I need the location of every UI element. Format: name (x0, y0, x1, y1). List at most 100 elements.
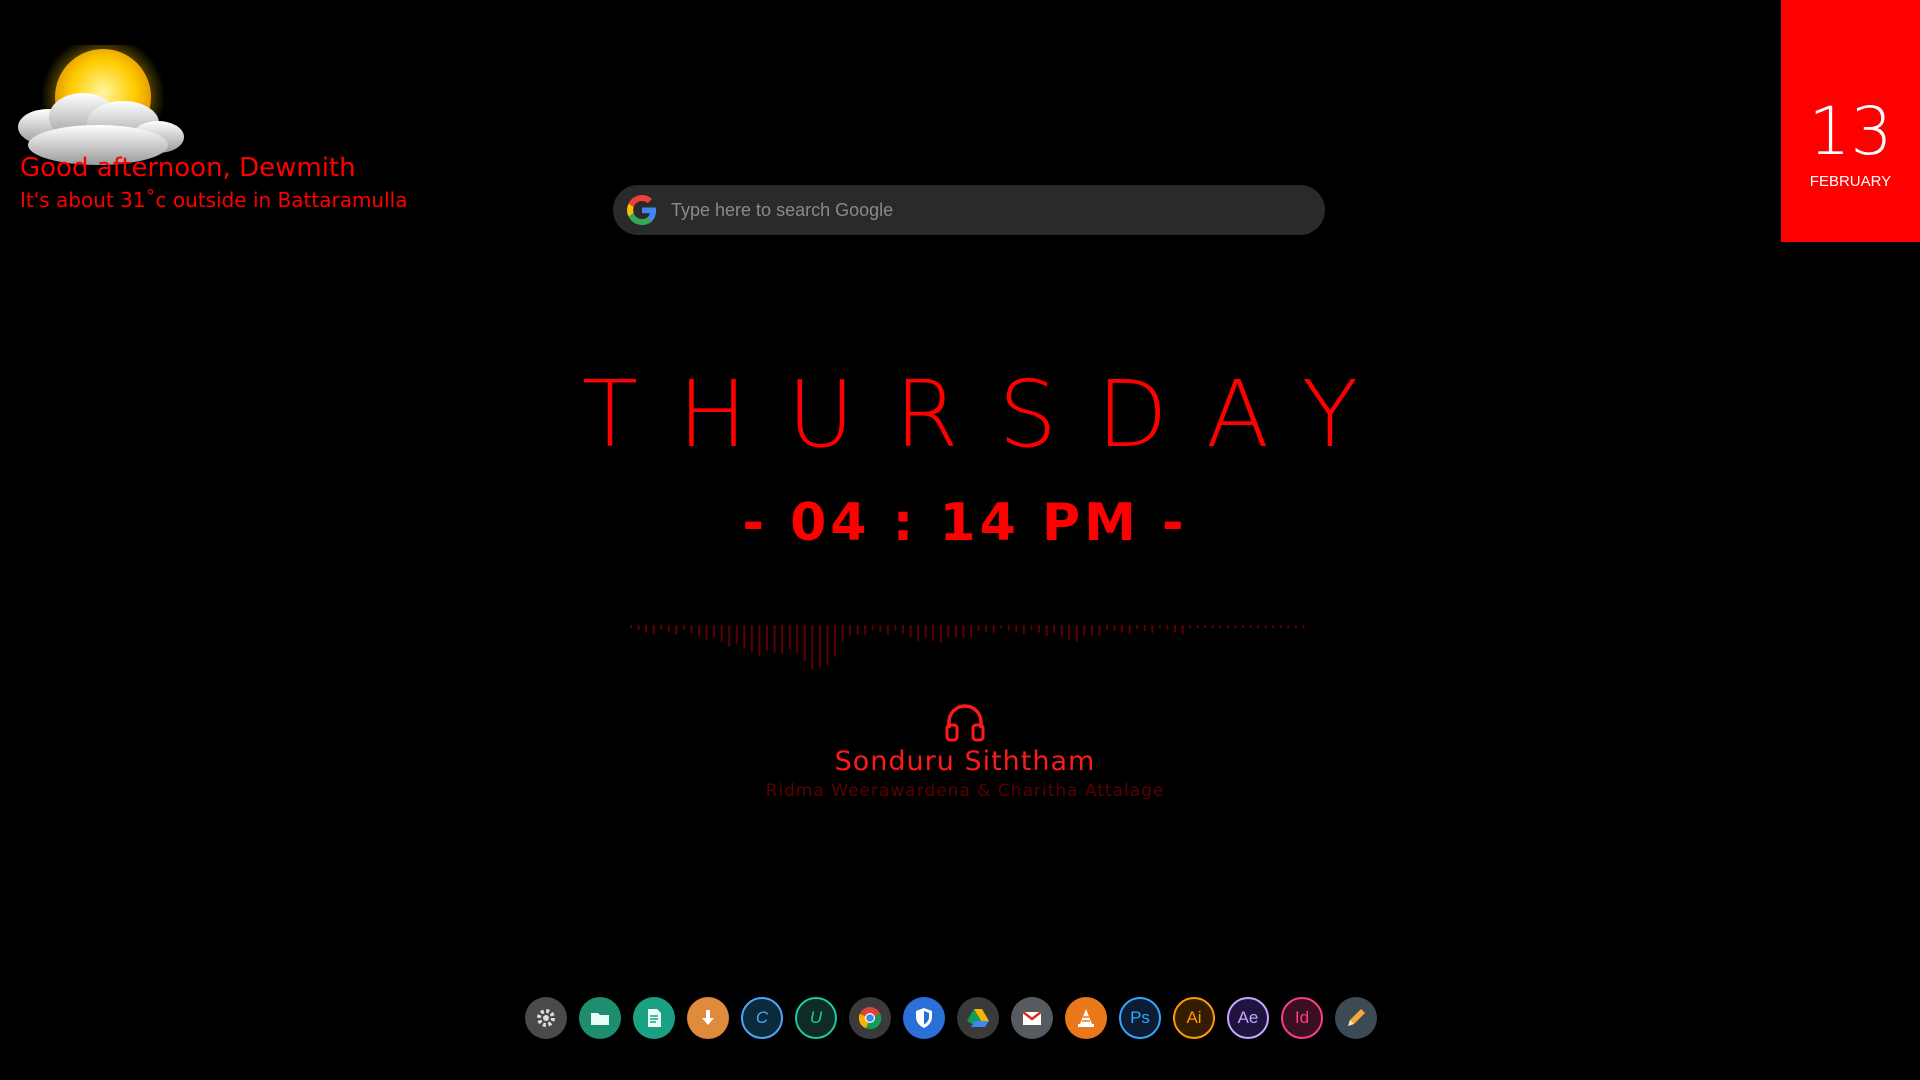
dock-item-after-effects[interactable]: Ae (1227, 997, 1269, 1039)
pencil-icon (1344, 1006, 1368, 1030)
visualizer-bar (773, 625, 776, 653)
visualizer-bar (1264, 625, 1267, 628)
visualizer-bar (758, 625, 761, 656)
visualizer-bar (667, 625, 670, 632)
google-icon (627, 195, 657, 225)
id-icon: Id (1294, 1008, 1310, 1027)
visualizer-bar (871, 625, 874, 630)
dock-item-drive[interactable] (957, 997, 999, 1039)
drive-icon (966, 1006, 990, 1030)
song-artist: Ridma Weerawardena & Charitha Attalage (765, 781, 1165, 801)
dock-item-ccleaner[interactable]: C (741, 997, 783, 1039)
u-icon: U (809, 1008, 823, 1027)
dock-item-gmail[interactable] (1011, 997, 1053, 1039)
visualizer-bar (1045, 625, 1048, 637)
visualizer-bar (1279, 625, 1282, 628)
visualizer-bar (939, 625, 942, 643)
visualizer-bar (698, 625, 700, 637)
visualizer-bar (1181, 625, 1184, 634)
visualizer-bar (894, 625, 897, 631)
visualizer-bar (796, 625, 799, 654)
ae-icon: Ae (1237, 1008, 1259, 1027)
ps-icon: Ps (1130, 1008, 1150, 1027)
visualizer-bar (645, 625, 648, 633)
date-tile: 13 FEBRUARY (1781, 0, 1920, 242)
audio-visualizer (630, 625, 1305, 670)
dock-item-settings[interactable] (525, 997, 567, 1039)
visualizer-bar (818, 625, 821, 668)
visualizer-bar (713, 625, 716, 638)
visualizer-bar (1166, 625, 1169, 630)
weather-summary: It's about 31˚c outside in Battaramulla (20, 188, 408, 212)
visualizer-bar (902, 625, 904, 634)
gear-icon (534, 1006, 558, 1030)
visualizer-bar (1174, 625, 1176, 632)
visualizer-bar (735, 625, 738, 645)
google-search-bar[interactable] (613, 185, 1325, 235)
visualizer-bar (1090, 625, 1093, 636)
visualizer-bar (1158, 625, 1161, 628)
visualizer-bar (1249, 625, 1252, 628)
visualizer-bar (1204, 625, 1207, 628)
shield-icon (912, 1006, 936, 1030)
visualizer-bar (1007, 625, 1010, 631)
dock-item-downloader[interactable] (687, 997, 729, 1039)
dock-item-indesign[interactable]: Id (1281, 997, 1323, 1039)
visualizer-bar (1257, 625, 1260, 628)
visualizer-bar (766, 625, 768, 651)
visualizer-bar (834, 625, 836, 657)
visualizer-bar (637, 625, 640, 631)
visualizer-bar (924, 625, 927, 638)
dock-item-vlc[interactable] (1065, 997, 1107, 1039)
visualizer-bar (1143, 625, 1146, 631)
visualizer-bar (826, 625, 829, 665)
chrome-icon (858, 1006, 882, 1030)
document-icon (642, 1006, 666, 1030)
dock-item-notes[interactable] (633, 997, 675, 1039)
dock-item-upwork[interactable]: U (795, 997, 837, 1039)
visualizer-bar (985, 625, 988, 633)
visualizer-bar (630, 625, 632, 628)
visualizer-bar (932, 625, 935, 641)
date-day: 13 (1808, 93, 1893, 170)
visualizer-bar (1015, 625, 1018, 633)
visualizer-bar (879, 625, 882, 632)
visualizer-bar (1287, 625, 1290, 628)
dock-item-illustrator[interactable]: Ai (1173, 997, 1215, 1039)
visualizer-bar (660, 625, 663, 630)
dock-item-editor[interactable] (1335, 997, 1377, 1039)
dock-item-security[interactable] (903, 997, 945, 1039)
download-icon (696, 1006, 720, 1030)
date-month: FEBRUARY (1809, 173, 1892, 190)
search-input[interactable] (669, 189, 1325, 231)
visualizer-bar (1113, 625, 1116, 631)
mail-icon (1020, 1006, 1044, 1030)
visualizer-bar (1053, 625, 1056, 633)
visualizer-bar (675, 625, 678, 635)
visualizer-bar (1302, 625, 1305, 628)
visualizer-bar (1075, 625, 1078, 642)
dock-item-photoshop[interactable]: Ps (1119, 997, 1161, 1039)
visualizer-bar (652, 625, 655, 635)
visualizer-bar (1242, 625, 1244, 628)
visualizer-bar (811, 625, 814, 670)
visualizer-bar (1098, 625, 1101, 637)
visualizer-bar (864, 625, 867, 636)
greeting-text: Good afternoon, Dewmith (20, 153, 356, 183)
visualizer-bar (1151, 625, 1154, 633)
visualizer-bar (705, 625, 708, 641)
visualizer-bar (1136, 625, 1139, 629)
clock-time: - 04 : 14 PM - (742, 493, 1188, 553)
dock-item-files[interactable] (579, 997, 621, 1039)
dock-item-chrome[interactable] (849, 997, 891, 1039)
visualizer-bar (781, 625, 784, 655)
visualizer-bar (1121, 625, 1124, 633)
app-dock: C U Ps Ai Ae Id (525, 997, 1377, 1039)
visualizer-bar (947, 625, 950, 637)
visualizer-bar (1022, 625, 1025, 635)
visualizer-bar (992, 625, 995, 634)
now-playing-widget[interactable]: Sonduru Siththam Ridma Weerawardena & Ch… (700, 700, 1230, 810)
visualizer-bar (954, 625, 957, 638)
visualizer-bar (803, 625, 806, 661)
song-title: Sonduru Siththam (834, 746, 1096, 777)
